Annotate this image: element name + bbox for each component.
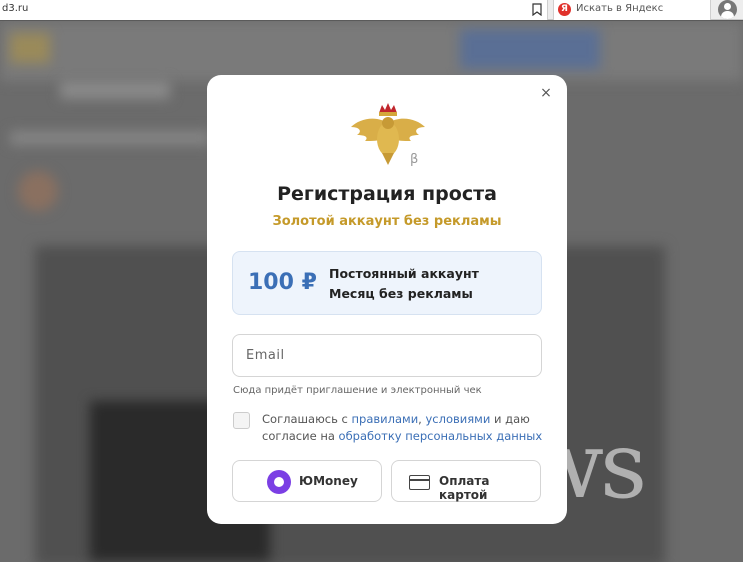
personal-data-link[interactable]: обработку персональных данных bbox=[339, 429, 543, 443]
yoomoney-label: ЮMoney bbox=[299, 474, 358, 488]
yandex-icon: Я bbox=[558, 3, 571, 16]
registration-modal: × β Регистрация проста Золотой аккаунт б… bbox=[207, 75, 567, 524]
modal-subtitle: Золотой аккаунт без рекламы bbox=[272, 214, 502, 229]
plan-feature-no-ads: Месяц без рекламы bbox=[329, 286, 473, 301]
address-text: d3.ru bbox=[2, 3, 29, 14]
modal-title: Регистрация проста bbox=[277, 183, 497, 205]
card-pay-label: Оплата картой bbox=[439, 474, 490, 502]
close-icon[interactable]: × bbox=[539, 86, 553, 100]
browser-toolbar: d3.ru Я Искать в Яндекс bbox=[0, 0, 743, 20]
terms-link[interactable]: условиями bbox=[425, 412, 490, 426]
yoomoney-pay-button[interactable]: ЮMoney bbox=[232, 460, 382, 502]
yoomoney-icon bbox=[267, 470, 291, 494]
rules-link[interactable]: правилами bbox=[352, 412, 419, 426]
yandex-search-field[interactable]: Я Искать в Яндекс bbox=[553, 0, 711, 20]
search-placeholder: Искать в Яндекс bbox=[576, 3, 664, 14]
address-bar[interactable]: d3.ru bbox=[0, 0, 548, 20]
user-avatar-icon[interactable] bbox=[718, 0, 737, 19]
gold-eagle-logo-icon: β bbox=[351, 103, 425, 167]
plan-price: 100 ₽ bbox=[248, 270, 317, 295]
consent-checkbox[interactable] bbox=[233, 412, 250, 429]
plan-card: 100 ₽ Постоянный аккаунт Месяц без рекла… bbox=[232, 251, 542, 315]
email-field[interactable] bbox=[232, 334, 542, 377]
consent-text: Соглашаюсь с правилами, условиями и даю … bbox=[262, 411, 547, 445]
card-pay-button[interactable]: Оплата картой bbox=[391, 460, 541, 502]
consent-text-part: Соглашаюсь с bbox=[262, 412, 352, 426]
bookmark-icon[interactable] bbox=[532, 3, 542, 16]
credit-card-icon bbox=[409, 475, 430, 490]
plan-feature-permanent: Постоянный аккаунт bbox=[329, 266, 479, 281]
beta-label: β bbox=[410, 152, 418, 167]
email-hint: Сюда придёт приглашение и электронный че… bbox=[233, 385, 482, 396]
